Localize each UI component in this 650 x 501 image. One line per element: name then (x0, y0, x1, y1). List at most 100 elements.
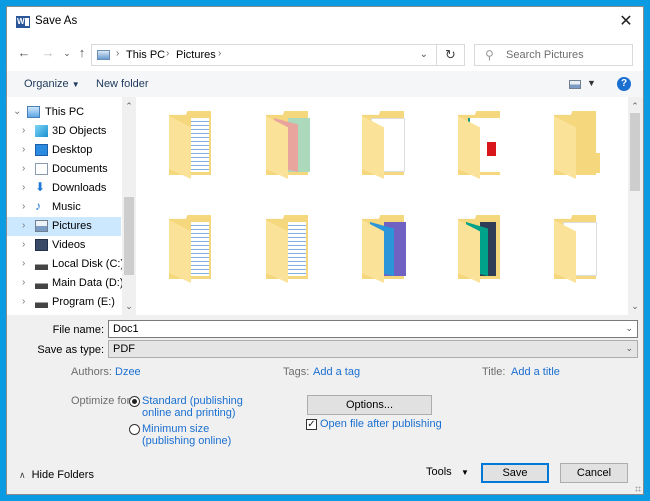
folder-item[interactable] (458, 111, 508, 179)
up-button[interactable]: ↑ (74, 45, 90, 60)
tree-item-documents[interactable]: › Documents (7, 160, 121, 179)
change-view-icon[interactable] (569, 80, 581, 89)
folder-item[interactable] (169, 111, 219, 179)
tree-item-label: Videos (52, 239, 86, 251)
optimize-minimum-radio[interactable] (129, 424, 140, 435)
tree-item-local-disk-c[interactable]: › Local Disk (C:) (7, 255, 124, 274)
view-options-dropdown[interactable]: ▼ (587, 78, 596, 88)
file-list-scrollbar[interactable]: ⌃ ⌄ (628, 97, 642, 315)
folder-item[interactable] (554, 111, 604, 179)
organize-button[interactable]: Organize ▼ (24, 78, 80, 90)
expand-chevron-right-icon[interactable]: › (22, 258, 25, 269)
folder-item[interactable] (458, 215, 508, 283)
optimize-minimum-label[interactable]: Minimum size (publishing online) (142, 423, 231, 447)
word-icon: W (16, 16, 30, 28)
folder-item[interactable] (554, 215, 604, 283)
options-button[interactable]: Options... (307, 395, 432, 415)
save-as-type-select[interactable]: PDF ⌄ (108, 340, 638, 358)
optimize-for-label: Optimize for: (71, 395, 134, 407)
tree-item-downloads[interactable]: › ⬇ Downloads (7, 179, 121, 198)
expand-chevron-right-icon[interactable]: › (22, 277, 25, 288)
scroll-down-icon[interactable]: ⌄ (122, 299, 136, 313)
search-input[interactable]: Search Pictures (506, 49, 584, 61)
expand-chevron-right-icon[interactable]: › (22, 296, 25, 307)
scroll-thumb[interactable] (630, 113, 640, 191)
hide-folders-label: Hide Folders (31, 469, 94, 481)
tree-item-main-data-d[interactable]: › Main Data (D:) (7, 274, 124, 293)
chevron-down-icon[interactable]: ⌄ (625, 323, 633, 334)
tree-item-program-e[interactable]: › Program (E:) (7, 293, 121, 312)
tree-item-this-pc[interactable]: ⌄ This PC (7, 103, 121, 122)
tree-item-videos[interactable]: › Videos (7, 236, 121, 255)
tools-button[interactable]: Tools (426, 466, 452, 478)
forward-button[interactable]: → (40, 45, 56, 60)
close-icon: ✕ (619, 13, 633, 30)
recent-locations-button[interactable]: ⌄ (59, 48, 75, 59)
tree-item-label: Program (E:) (52, 296, 115, 308)
optimize-standard-label[interactable]: Standard (publishing online and printing) (142, 395, 243, 419)
folder-item[interactable] (169, 215, 219, 283)
tools-dropdown-icon[interactable]: ▼ (461, 468, 469, 477)
folder-item[interactable] (266, 215, 316, 283)
refresh-icon: ↻ (445, 47, 456, 62)
expand-chevron-right-icon[interactable]: › (22, 220, 25, 231)
back-button[interactable]: ← (16, 45, 32, 60)
tree-item-label: Desktop (52, 144, 93, 156)
scroll-down-icon[interactable]: ⌄ (628, 299, 642, 313)
folder-tab-icon (592, 153, 600, 173)
expand-chevron-right-icon[interactable]: › (22, 163, 25, 174)
help-icon[interactable]: ? (617, 77, 631, 91)
address-history-dropdown[interactable]: ⌄ (420, 49, 428, 60)
open-after-publishing-checkbox[interactable]: ✓ (306, 419, 317, 430)
breadcrumb-this-pc[interactable]: This PC (126, 49, 165, 61)
file-name-input[interactable]: Doc1 ⌄ (108, 320, 638, 338)
authors-value[interactable]: Dzee (115, 366, 141, 378)
refresh-button[interactable]: ↻ (436, 45, 464, 65)
file-name-value: Doc1 (113, 323, 139, 335)
folder-item[interactable] (362, 215, 412, 283)
hide-folders-button[interactable]: ∧ Hide Folders (19, 469, 94, 481)
arrow-left-icon: ← (17, 45, 31, 60)
chevron-up-icon: ∧ (19, 470, 26, 480)
tree-item-label: 3D Objects (52, 125, 107, 137)
scroll-up-icon[interactable]: ⌃ (628, 99, 642, 113)
chevron-down-icon: ⌄ (63, 48, 71, 58)
title-value[interactable]: Add a title (511, 366, 560, 378)
search-box[interactable]: ⚲ Search Pictures (474, 44, 633, 66)
videos-icon (35, 239, 48, 251)
scroll-up-icon[interactable]: ⌃ (122, 99, 136, 113)
scroll-thumb[interactable] (124, 197, 134, 275)
close-button[interactable]: ✕ (615, 11, 637, 33)
navigation-bar: ← → ⌄ ↑ › This PC › Pictures › ⌄ ↻ ⚲ Sea… (7, 37, 643, 71)
address-bar[interactable]: › This PC › Pictures › ⌄ ↻ (91, 44, 465, 66)
expand-chevron-right-icon[interactable]: › (22, 125, 25, 136)
navigation-pane-scrollbar[interactable]: ⌃ ⌄ (122, 97, 136, 315)
new-folder-button[interactable]: New folder (96, 78, 149, 90)
resize-grip[interactable] (635, 486, 641, 492)
save-button[interactable]: Save (481, 463, 549, 483)
expand-chevron-right-icon[interactable]: › (22, 239, 25, 250)
expand-chevron-right-icon[interactable]: › (22, 182, 25, 193)
3d-objects-icon (35, 125, 48, 137)
tree-item-desktop[interactable]: › Desktop (7, 141, 121, 160)
breadcrumb-pictures[interactable]: Pictures (176, 49, 216, 61)
tags-label: Tags: (283, 366, 310, 378)
optimize-standard-radio[interactable] (129, 396, 140, 407)
tree-item-pictures[interactable]: › Pictures (7, 217, 121, 236)
document-preview-icon (288, 222, 306, 276)
folder-item[interactable] (362, 111, 412, 179)
save-as-dialog: W Save As ✕ ← → ⌄ ↑ › This PC › Pictures… (6, 6, 644, 495)
expand-chevron-down-icon[interactable]: ⌄ (13, 106, 21, 117)
pdf-badge-icon (487, 142, 496, 156)
tree-item-3d-objects[interactable]: › 3D Objects (7, 122, 121, 141)
folder-item[interactable] (266, 111, 316, 179)
open-after-publishing-label[interactable]: Open file after publishing (320, 418, 442, 430)
tree-item-music[interactable]: › ♪ Music (7, 198, 121, 217)
chevron-down-icon[interactable]: ⌄ (625, 343, 633, 354)
expand-chevron-right-icon[interactable]: › (22, 201, 25, 212)
file-list (136, 97, 628, 315)
document-preview-icon (191, 118, 209, 172)
tags-value[interactable]: Add a tag (313, 366, 360, 378)
cancel-button[interactable]: Cancel (560, 463, 628, 483)
expand-chevron-right-icon[interactable]: › (22, 144, 25, 155)
